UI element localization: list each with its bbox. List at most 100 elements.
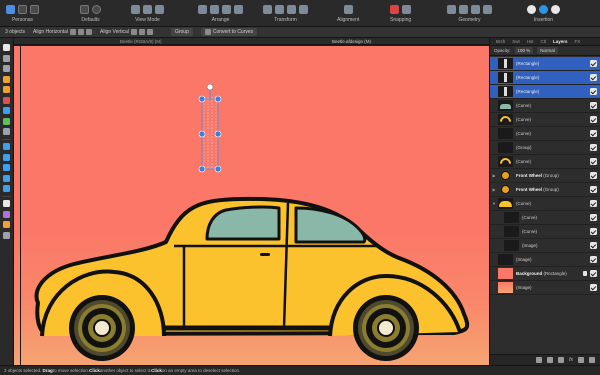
transparency-tool-icon[interactable] <box>3 117 10 125</box>
layer-expander-icon[interactable]: ▶ <box>490 187 498 192</box>
trash-icon[interactable] <box>589 357 595 363</box>
adjustment-icon[interactable] <box>558 357 565 363</box>
defaults-group[interactable]: Defaults <box>80 2 101 23</box>
layer-row[interactable]: (Image) <box>490 239 600 253</box>
layer-row[interactable]: (Curve) <box>490 211 600 225</box>
layer-row[interactable]: (Rectangle) <box>490 71 600 85</box>
export-persona-icon[interactable] <box>30 4 39 14</box>
color-picker-tool-icon[interactable] <box>3 210 10 218</box>
transform-group[interactable]: Transform <box>263 2 308 23</box>
insertion-group[interactable]: Insertion <box>527 2 560 23</box>
fx-button[interactable]: fx <box>569 357 573 363</box>
layer-expander-icon[interactable]: ▶ <box>490 173 498 178</box>
layer-visibility-checkbox[interactable] <box>590 200 597 207</box>
align-icon[interactable] <box>343 4 353 14</box>
front-wheel[interactable] <box>69 295 135 361</box>
layer-row[interactable]: ▶ Front Wheel (Group) <box>490 169 600 183</box>
mask-icon[interactable] <box>547 357 554 363</box>
layer-visibility-checkbox[interactable] <box>590 256 597 263</box>
outline-view-icon[interactable] <box>155 4 164 14</box>
align-vertical-button[interactable]: Align Vertical <box>100 29 153 35</box>
layer-visibility-checkbox[interactable] <box>590 88 597 95</box>
snapping-magnet-icon[interactable] <box>390 4 400 14</box>
insert-behind-icon[interactable] <box>527 4 536 14</box>
layer-visibility-checkbox[interactable] <box>590 60 597 67</box>
car-illustration[interactable] <box>34 196 470 361</box>
fill-tool-icon[interactable] <box>3 107 10 114</box>
layer-row[interactable]: (Image) <box>490 253 600 267</box>
layer-row[interactable]: (Rectangle) <box>490 57 600 71</box>
ellipse-tool-icon[interactable] <box>3 153 10 161</box>
pixel-view-icon[interactable] <box>143 4 152 14</box>
arrow-shape-tool-icon[interactable] <box>3 185 10 192</box>
tab-swatches[interactable]: Swt <box>512 39 520 44</box>
corner-tool-icon[interactable] <box>3 65 10 72</box>
layer-visibility-checkbox[interactable] <box>590 144 597 151</box>
layer-row[interactable]: (Group) <box>490 141 600 155</box>
geometry-group[interactable]: Geometry <box>447 2 492 23</box>
rounded-rectangle-tool-icon[interactable] <box>3 164 10 171</box>
rear-wheel[interactable] <box>353 295 419 361</box>
tab-layers[interactable]: Layers <box>553 39 568 44</box>
move-front-icon[interactable] <box>234 4 243 14</box>
node-tool-icon[interactable] <box>3 54 10 62</box>
subtract-icon[interactable] <box>459 4 468 14</box>
layer-visibility-checkbox[interactable] <box>590 228 597 235</box>
divide-icon[interactable] <box>483 4 492 14</box>
stroke-default-icon[interactable] <box>92 4 101 14</box>
opacity-field[interactable]: 100 % <box>514 47 534 54</box>
rectangle-tool-icon[interactable] <box>3 143 10 150</box>
add-layer-icon[interactable] <box>536 357 543 363</box>
layer-row[interactable]: (Curve) <box>490 127 600 141</box>
pen-tool-icon[interactable] <box>3 75 10 83</box>
brush-tool-icon[interactable] <box>3 96 10 104</box>
layer-visibility-checkbox[interactable] <box>590 284 597 291</box>
layer-row[interactable]: ▼ (Curve) <box>490 197 600 211</box>
layer-visibility-checkbox[interactable] <box>590 158 597 165</box>
tab-history[interactable]: Hst <box>527 39 534 44</box>
snapping-options-icon[interactable] <box>402 4 412 14</box>
layer-expander-icon[interactable]: ▼ <box>490 201 498 206</box>
alignment-group[interactable]: Alignment <box>337 2 359 23</box>
layer-row[interactable]: (Curve) <box>490 225 600 239</box>
align-horizontal-button[interactable]: Align Horizontal <box>33 29 93 35</box>
layer-row[interactable]: (Curve) <box>490 155 600 169</box>
insert-inside-icon[interactable] <box>551 4 560 14</box>
document-tab-secondary[interactable]: Beetle (RGBA/8) (M) <box>120 39 162 44</box>
layer-visibility-checkbox[interactable] <box>590 214 597 221</box>
flip-horizontal-icon[interactable] <box>263 4 272 14</box>
layer-row[interactable]: (Curve) <box>490 113 600 127</box>
layer-visibility-checkbox[interactable] <box>590 116 597 123</box>
move-forward-icon[interactable] <box>222 4 231 14</box>
intersect-icon[interactable] <box>471 4 480 14</box>
tab-fx[interactable]: FX <box>575 39 581 44</box>
layer-row[interactable]: (Rectangle) <box>490 85 600 99</box>
layer-row[interactable]: (Curve) <box>490 99 600 113</box>
folder-icon[interactable] <box>578 357 584 363</box>
insert-top-icon[interactable] <box>539 4 548 14</box>
tab-brushes[interactable]: Brsh <box>496 39 505 44</box>
layer-visibility-checkbox[interactable] <box>590 102 597 109</box>
arrange-group[interactable]: Arrange <box>198 2 243 23</box>
view-mode-group[interactable]: View Mode <box>131 2 164 23</box>
pencil-tool-icon[interactable] <box>3 86 10 93</box>
fill-default-icon[interactable] <box>80 4 89 14</box>
zoom-tool-icon[interactable] <box>3 231 10 239</box>
convert-to-curves-button[interactable]: Convert to Curves <box>200 28 258 36</box>
hand-tool-icon[interactable] <box>3 221 10 228</box>
move-back-icon[interactable] <box>198 4 207 14</box>
snapping-group[interactable]: Snapping <box>390 2 411 23</box>
document-canvas[interactable] <box>14 46 489 365</box>
layer-visibility-checkbox[interactable] <box>590 172 597 179</box>
layer-visibility-checkbox[interactable] <box>590 130 597 137</box>
triangle-tool-icon[interactable] <box>3 174 10 182</box>
tab-color[interactable]: Ctl <box>541 39 547 44</box>
layer-visibility-checkbox[interactable] <box>590 242 597 249</box>
selected-rectangles[interactable] <box>198 83 222 173</box>
move-backward-icon[interactable] <box>210 4 219 14</box>
layer-row[interactable]: (Image) <box>490 281 600 295</box>
document-tab[interactable]: Beetle.afdesign (M) <box>332 39 371 44</box>
text-tool-icon[interactable] <box>3 200 10 207</box>
rotate-right-icon[interactable] <box>299 4 308 14</box>
group-button[interactable]: Group <box>170 28 193 36</box>
